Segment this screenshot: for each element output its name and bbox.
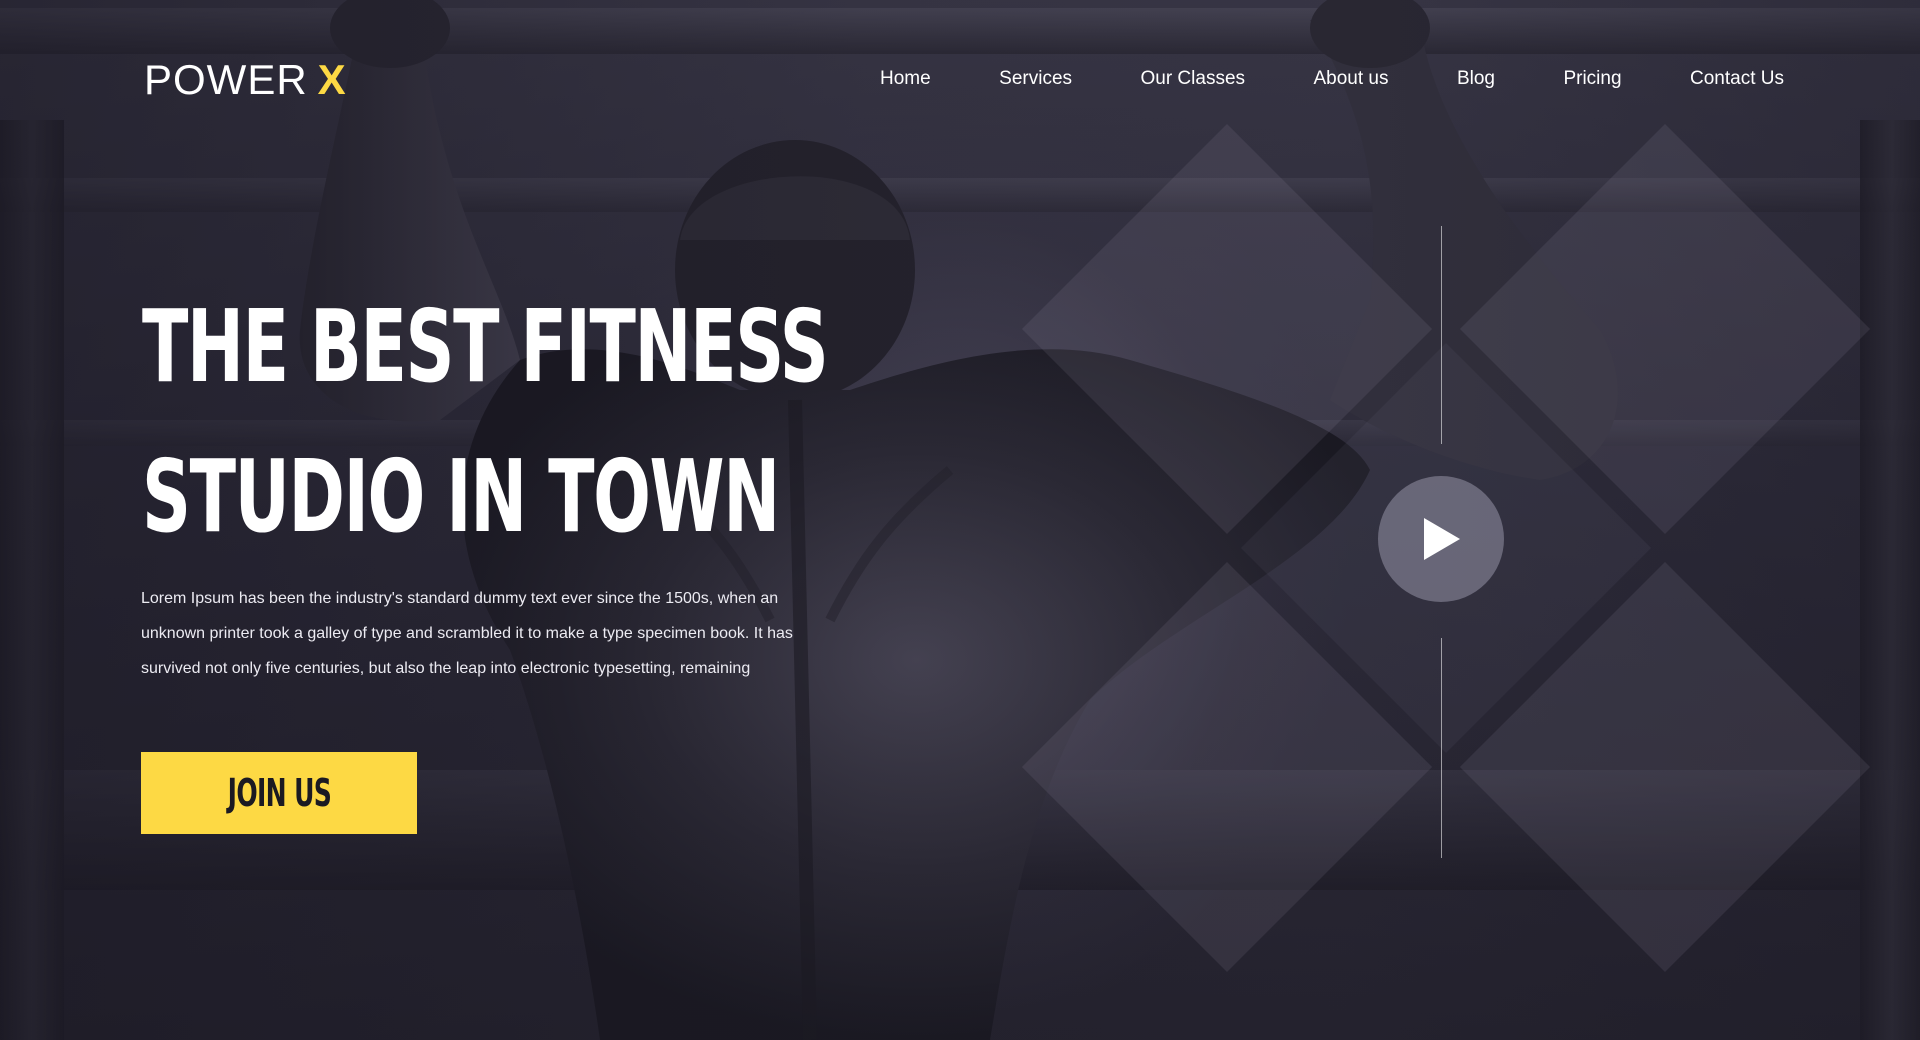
nav-item-services[interactable]: Services [999,68,1072,90]
hero-headline-line-1: THE BEST FITNESS [142,288,829,405]
logo[interactable]: POWER X [144,56,347,104]
nav-item-about-us[interactable]: About us [1313,68,1388,90]
divider-line [1441,226,1442,444]
nav-item-our-classes[interactable]: Our Classes [1140,68,1245,90]
main-nav: Home Services Our Classes About us Blog … [880,68,1784,90]
nav-item-contact-us[interactable]: Contact Us [1690,68,1784,90]
hero-section: POWER X Home Services Our Classes About … [0,0,1920,1040]
hero-headline: THE BEST FITNESS STUDIO IN TOWN [142,272,829,572]
play-icon [1424,518,1460,560]
nav-item-pricing[interactable]: Pricing [1563,68,1621,90]
logo-mark: X [317,56,347,103]
join-us-label: JOIN US [227,771,331,815]
join-us-button[interactable]: JOIN US [141,752,417,834]
logo-text: POWER [144,56,308,103]
nav-item-blog[interactable]: Blog [1457,68,1495,90]
divider-line [1441,638,1442,858]
hero-description-line: unknown printer took a galley of type an… [141,625,793,642]
hero-description-line: Lorem Ipsum has been the industry's stan… [141,590,779,607]
hero-description: Lorem Ipsum has been the industry's stan… [141,581,821,686]
hero-headline-line-2: STUDIO IN TOWN [142,438,780,555]
hero-description-line: survived not only five centuries, but al… [141,660,751,677]
nav-item-home[interactable]: Home [880,68,931,90]
play-video-button[interactable] [1378,476,1504,602]
